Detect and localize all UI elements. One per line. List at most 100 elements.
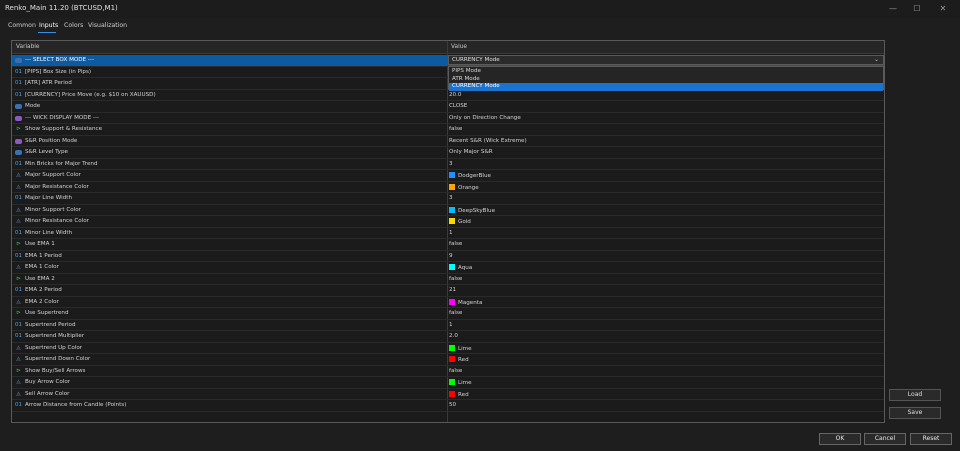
table-row[interactable]: ◬ Minor Support Color DeepSkyBlue (12, 205, 884, 216)
table-row[interactable]: ◬ Supertrend Down Color Red (12, 354, 884, 366)
row-value-text: false (449, 126, 463, 132)
row-value[interactable]: 21 (449, 287, 456, 293)
row-value[interactable]: 3 (449, 195, 453, 201)
row-value[interactable]: Magenta (449, 298, 482, 306)
row-value[interactable]: Red (449, 356, 469, 363)
color-icon: ◬ (16, 390, 21, 397)
table-row[interactable]: ◬ Minor Resistance Color Gold (12, 216, 884, 228)
table-row[interactable]: Mode CLOSE (12, 101, 884, 113)
table-row[interactable]: 01 EMA 2 Period 21 (12, 285, 884, 297)
minimize-button[interactable]: — (882, 2, 904, 16)
table-row[interactable]: ◬ EMA 1 Color Aqua (12, 262, 884, 274)
row-value-text: 2.0 (449, 333, 458, 339)
bool-icon: ⊳ (16, 310, 21, 316)
number-icon: 01 (15, 160, 22, 167)
dropdown-option-atr[interactable]: ATR Mode (449, 76, 883, 84)
enum-icon (15, 150, 22, 155)
row-value[interactable]: Lime (449, 344, 472, 352)
row-value[interactable]: false (449, 310, 462, 316)
table-row[interactable]: ◬ Supertrend Up Color Lime (12, 343, 884, 354)
row-value-text: false (449, 275, 463, 282)
row-value[interactable]: 20.0 (449, 92, 461, 98)
dropdown-option-pips[interactable]: PIPS Mode (449, 68, 883, 76)
table-row[interactable]: ◬ Major Support Color DodgerBlue (12, 170, 884, 182)
row-label: --- SELECT BOX MODE --- (25, 57, 94, 63)
table-row[interactable]: 01 [CURRENCY] Price Move (e.g. $10 on XAU… (12, 90, 884, 101)
row-value-text: 1 (449, 321, 453, 328)
ok-button[interactable]: OK (819, 433, 861, 445)
dropdown-option-currency[interactable]: CURRENCY Mode (449, 83, 883, 91)
load-button[interactable]: Load (889, 389, 941, 401)
color-swatch (449, 264, 455, 270)
table-row[interactable]: ⊳ Show Support & Resistance false (12, 124, 884, 136)
row-value-text: DodgerBlue (458, 173, 491, 179)
row-value[interactable]: false (449, 126, 462, 132)
row-label: [PIPS] Box Size (in Pips) (25, 68, 92, 75)
table-row[interactable]: ⊳ Use EMA 1 false (12, 239, 884, 251)
title-bar: Renko_Main 11.20 (BTCUSD,M1) — ☐ ✕ (0, 0, 960, 18)
row-value-text: false (449, 310, 463, 316)
row-value[interactable]: false (449, 241, 462, 247)
table-row[interactable]: 01 Arrow Distance from Candle (Points) 50 (12, 400, 884, 412)
maximize-button[interactable]: ☐ (906, 2, 928, 16)
table-row[interactable]: 01 Minor Line Width 1 (12, 228, 884, 239)
bool-icon: ⊳ (16, 241, 21, 247)
separator-icon (15, 138, 22, 144)
table-row[interactable]: 01 Supertrend Multiplier 2.0 (12, 331, 884, 343)
chevron-down-icon[interactable]: ⌄ (874, 56, 879, 63)
row-value[interactable]: 1 (449, 230, 453, 236)
table-row[interactable]: 01 Min Bricks for Major Trend 3 (12, 159, 884, 170)
table-row[interactable]: ◬ Buy Arrow Color Lime (12, 377, 884, 389)
tab-colors[interactable]: Colors (64, 22, 83, 29)
row-value[interactable]: Recent S&R (Wick Extreme) (449, 138, 527, 144)
row-value-text: Lime (458, 380, 472, 386)
row-value[interactable]: false (449, 368, 462, 374)
reset-button[interactable]: Reset (910, 433, 952, 445)
color-swatch (449, 218, 455, 224)
column-header-variable[interactable]: Variable (16, 44, 39, 50)
color-icon: ◬ (16, 344, 21, 351)
tab-inputs[interactable]: Inputs (39, 22, 58, 29)
table-row[interactable]: ⊳ Use EMA 2 false (12, 274, 884, 285)
table-row[interactable]: --- WICK DISPLAY MODE --- Only on Directi… (12, 113, 884, 124)
row-value[interactable]: Only on Direction Change (449, 115, 521, 121)
row-value[interactable]: DeepSkyBlue (449, 206, 495, 214)
table-row[interactable]: 01 Major Line Width 3 (12, 193, 884, 205)
row-value[interactable]: Aqua (449, 264, 472, 271)
row-value[interactable]: 50 (449, 402, 456, 408)
row-value-text: Orange (458, 184, 479, 191)
row-value-text: 20.0 (449, 91, 462, 98)
box-mode-select[interactable]: CURRENCY Mode ⌄ (448, 55, 884, 65)
row-value[interactable]: Only Major S&R (449, 149, 493, 155)
tab-common[interactable]: Common (8, 22, 36, 29)
row-value[interactable]: false (449, 276, 462, 282)
table-row[interactable]: S&R Position Mode Recent S&R (Wick Extrem… (12, 136, 884, 147)
table-row[interactable]: ◬ Major Resistance Color Orange (12, 182, 884, 193)
row-value-text: 1 (449, 229, 453, 236)
row-value[interactable]: Red (449, 390, 469, 398)
close-button[interactable]: ✕ (932, 2, 954, 16)
table-row[interactable]: 01 EMA 1 Period 9 (12, 251, 884, 262)
row-value[interactable]: Orange (449, 183, 479, 191)
tab-visualization[interactable]: Visualization (88, 22, 127, 29)
table-row[interactable]: ⊳ Use Supertrend false (12, 308, 884, 320)
row-value[interactable]: 1 (449, 322, 453, 328)
save-button[interactable]: Save (889, 407, 941, 419)
table-row[interactable]: S&R Level Type Only Major S&R (12, 147, 884, 159)
table-row[interactable]: 01 Supertrend Period 1 (12, 320, 884, 331)
row-label: Major Resistance Color (25, 183, 89, 190)
column-header-value[interactable]: Value (451, 44, 467, 50)
row-value[interactable]: 3 (449, 161, 453, 167)
row-value[interactable]: Lime (449, 379, 472, 386)
table-row[interactable]: ◬ EMA 2 Color Magenta (12, 297, 884, 308)
row-value[interactable]: CLOSE (449, 103, 467, 109)
table-row[interactable]: ⊳ Show Buy/Sell Arrows false (12, 366, 884, 377)
number-icon: 01 (15, 68, 22, 75)
row-value[interactable]: 2.0 (449, 333, 458, 339)
row-value[interactable]: Gold (449, 218, 471, 225)
enum-icon (15, 58, 22, 63)
cancel-button[interactable]: Cancel (864, 433, 906, 445)
row-value[interactable]: DodgerBlue (449, 172, 491, 179)
table-row[interactable]: ◬ Sell Arrow Color Red (12, 389, 884, 400)
row-value[interactable]: 9 (449, 253, 453, 259)
